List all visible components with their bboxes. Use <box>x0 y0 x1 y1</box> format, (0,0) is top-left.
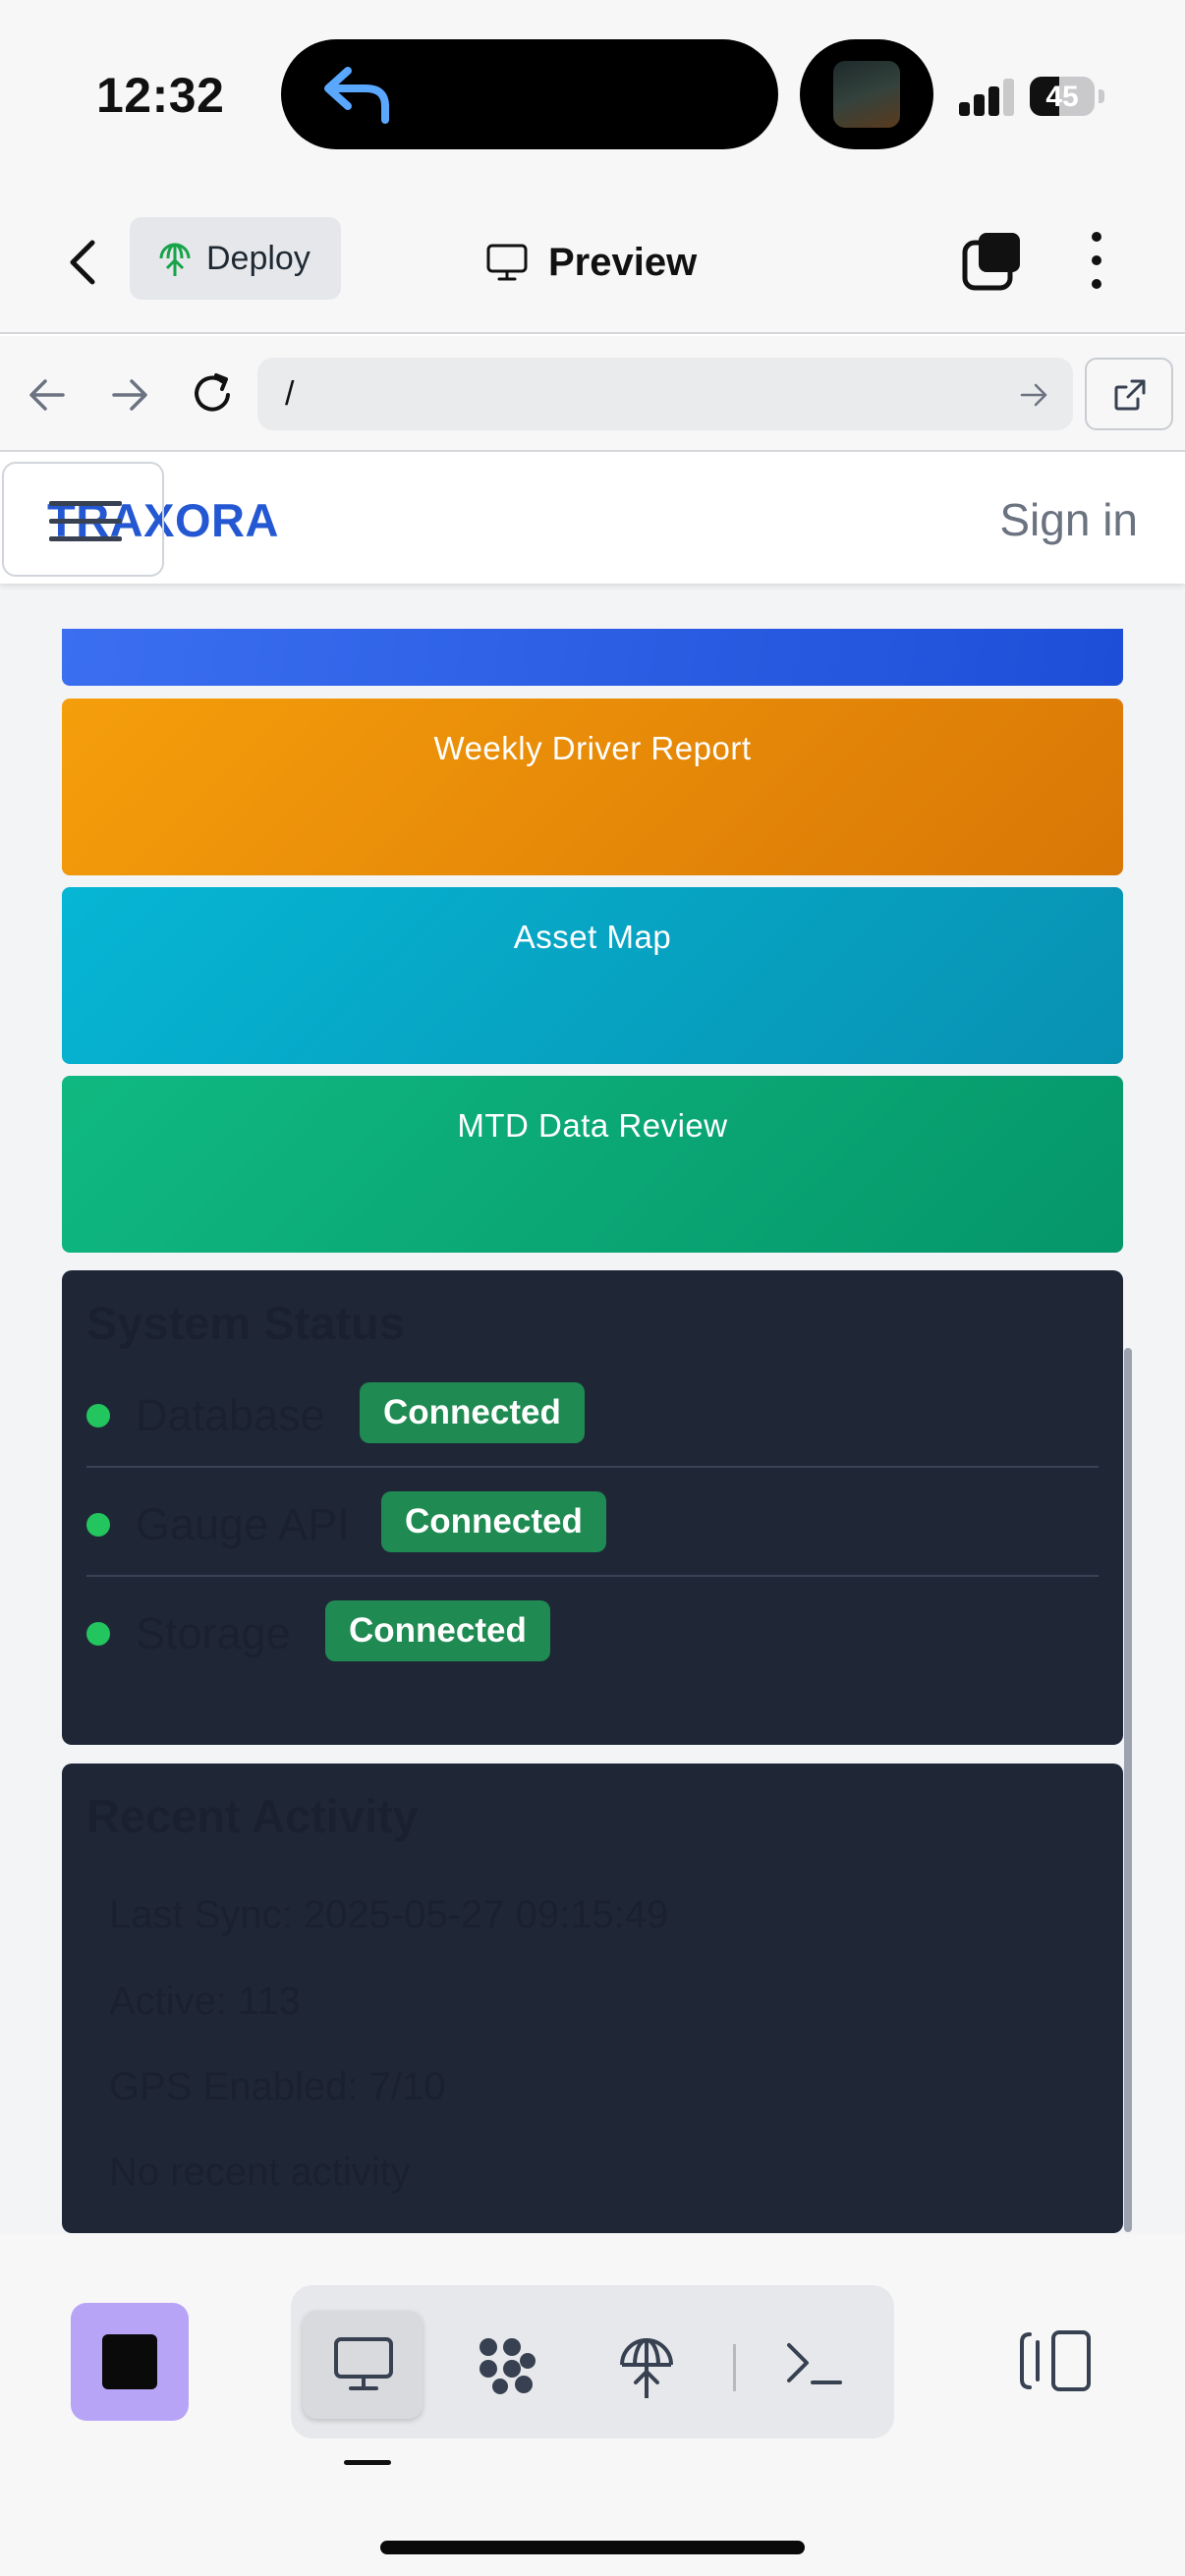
nav-forward-icon[interactable] <box>106 371 153 419</box>
home-indicator[interactable] <box>380 2541 805 2554</box>
split-panel-icon[interactable] <box>1018 2328 1093 2393</box>
terminal-tool-button[interactable] <box>753 2311 873 2419</box>
status-badge: Connected <box>360 1382 585 1443</box>
go-arrow-icon[interactable] <box>1016 377 1051 413</box>
desktop-tool-button[interactable] <box>303 2311 423 2419</box>
asset-map-tile[interactable]: Asset Map <box>62 887 1123 1064</box>
url-input[interactable]: / <box>257 358 1073 430</box>
url-text: / <box>285 375 295 413</box>
mtd-data-review-tile[interactable]: MTD Data Review <box>62 1076 1123 1253</box>
ios-status-bar: 12:32 45 <box>0 0 1185 192</box>
workflow-tool-button[interactable] <box>446 2311 566 2419</box>
preview-label: Preview <box>548 240 698 284</box>
activity-line: GPS Enabled: 7/10 <box>109 2065 446 2108</box>
workflow-icon <box>480 2338 536 2394</box>
tool-separator <box>733 2344 736 2391</box>
activity-line: No recent activity <box>109 2151 411 2194</box>
panel-title: System Status <box>86 1297 405 1349</box>
external-link-icon <box>1114 379 1146 411</box>
tile-label: MTD Data Review <box>457 1107 728 1144</box>
status-dot <box>86 1513 110 1537</box>
battery-icon: 45 <box>1030 77 1095 116</box>
preview-webview: TRAXORA Sign in Weekly Driver Report Ass… <box>0 452 1185 2234</box>
status-label: Storage <box>136 1608 291 1658</box>
tile-label: Asset Map <box>513 919 672 955</box>
monitor-icon <box>486 244 528 281</box>
battery-level: 45 <box>1045 81 1079 113</box>
status-row-gauge-api: Gauge API Connected <box>86 1468 1099 1577</box>
status-dot <box>86 1404 110 1428</box>
deploy-button[interactable]: Deploy <box>130 217 341 300</box>
scrollbar[interactable] <box>1124 1348 1132 2232</box>
status-time: 12:32 <box>96 68 225 123</box>
app-toolbar: Deploy Preview <box>0 192 1185 334</box>
signal-icon <box>959 77 1014 116</box>
weekly-driver-report-tile[interactable]: Weekly Driver Report <box>62 699 1123 875</box>
tile-partial[interactable] <box>62 629 1123 686</box>
status-label: Gauge API <box>136 1499 350 1549</box>
activity-line: Active: 113 <box>109 1980 301 2023</box>
back-chevron-icon[interactable] <box>55 231 114 294</box>
status-row-storage: Storage Connected <box>86 1577 1099 1686</box>
open-external-button[interactable] <box>1085 358 1173 430</box>
status-badge: Connected <box>381 1491 606 1552</box>
activity-line: Last Sync: 2025-05-27 09:15:49 <box>109 1893 669 1936</box>
system-status-panel: System Status Database Connected Gauge A… <box>62 1270 1123 1745</box>
stop-button[interactable] <box>71 2303 189 2421</box>
reload-icon[interactable] <box>189 369 238 419</box>
nav-back-icon[interactable] <box>24 371 71 419</box>
menu-icon[interactable] <box>2 462 164 577</box>
tabs-icon[interactable] <box>961 229 1024 292</box>
status-label: Database <box>136 1390 325 1440</box>
terminal-icon <box>787 2343 842 2384</box>
desktop-icon <box>334 2337 393 2390</box>
status-dot <box>86 1622 110 1646</box>
reply-arrow-icon <box>324 67 389 124</box>
status-row-database: Database Connected <box>86 1359 1099 1468</box>
deploy-tool-button[interactable] <box>586 2311 705 2419</box>
status-badge: Connected <box>325 1600 550 1661</box>
deploy-label: Deploy <box>206 239 310 277</box>
album-art <box>833 61 900 128</box>
active-tool-indicator <box>344 2460 391 2465</box>
browser-bar: / <box>0 336 1185 452</box>
battery-tip <box>1099 89 1104 103</box>
deploy-icon <box>159 243 191 276</box>
stop-icon <box>102 2334 157 2389</box>
deploy-tool-icon <box>620 2338 673 2398</box>
bottom-toolbar <box>0 2234 1185 2576</box>
signin-link[interactable]: Sign in <box>999 493 1138 546</box>
recent-activity-panel: Recent Activity Last Sync: 2025-05-27 09… <box>62 1764 1123 2233</box>
now-playing-island <box>800 39 933 149</box>
tool-switcher <box>291 2285 894 2438</box>
panel-title: Recent Activity <box>86 1790 419 1842</box>
dynamic-island <box>281 39 778 149</box>
preview-tab[interactable]: Preview <box>485 231 697 294</box>
tile-label: Weekly Driver Report <box>433 730 752 766</box>
site-header: TRAXORA Sign in <box>0 452 1185 584</box>
more-vertical-icon[interactable] <box>1079 227 1114 294</box>
